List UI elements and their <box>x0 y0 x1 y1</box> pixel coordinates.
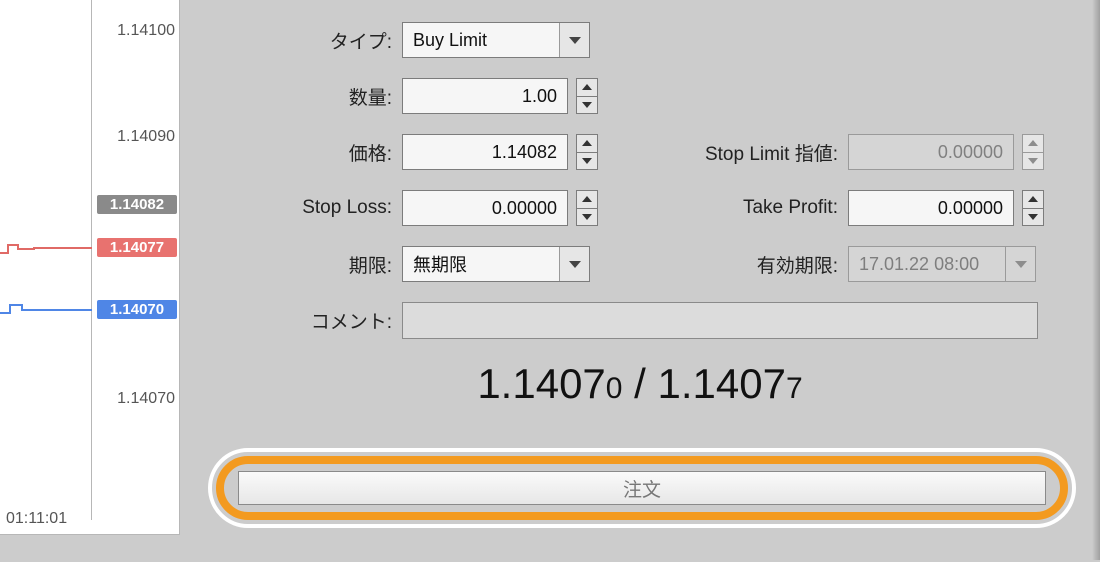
stoploss-label: Stop Loss: <box>302 197 392 219</box>
spinner-down-icon <box>1022 152 1044 171</box>
stoploss-value: 0.00000 <box>403 198 567 219</box>
volume-value: 1.00 <box>403 86 567 107</box>
price-chart-panel: 1.14100 1.14090 1.14070 1.14082 1.14077 … <box>0 0 180 562</box>
price-tick: 1.14070 <box>117 390 175 408</box>
stoploss-input[interactable]: 0.00000 <box>402 190 568 226</box>
price-scale: 1.14100 1.14090 1.14070 1.14082 1.14077 … <box>91 0 179 520</box>
type-combo[interactable]: Buy Limit <box>402 22 590 58</box>
spinner-up-icon[interactable] <box>576 190 598 208</box>
chevron-down-icon[interactable] <box>559 247 589 281</box>
expiry-date-value: 17.01.22 08:00 <box>849 254 1005 275</box>
submit-order-label: 注文 <box>623 475 661 502</box>
type-combo-value: Buy Limit <box>403 30 559 51</box>
takeprofit-input[interactable]: 0.00000 <box>848 190 1014 226</box>
spinner-down-icon[interactable] <box>576 208 598 227</box>
stoplimit-input: 0.00000 <box>848 134 1014 170</box>
expiry-date-combo: 17.01.22 08:00 <box>848 246 1036 282</box>
price-marker-ask: 1.14077 <box>97 238 177 257</box>
bid-line <box>0 301 92 319</box>
comment-label: コメント: <box>311 307 392 334</box>
chevron-down-icon <box>1005 247 1035 281</box>
takeprofit-value: 0.00000 <box>849 198 1013 219</box>
chevron-down-icon[interactable] <box>559 23 589 57</box>
takeprofit-spinner[interactable] <box>1022 190 1044 226</box>
spinner-up-icon[interactable] <box>576 78 598 96</box>
price-spinner[interactable] <box>576 134 598 170</box>
bid-main: 1.1407 <box>477 360 605 407</box>
chart-time-label: 01:11:01 <box>6 510 67 528</box>
volume-label: 数量: <box>349 83 392 110</box>
type-label: タイプ: <box>330 27 392 54</box>
comment-input[interactable] <box>402 302 1038 339</box>
ask-fraction: 7 <box>786 372 803 405</box>
price-tick: 1.14100 <box>117 22 175 40</box>
spinner-down-icon[interactable] <box>1022 208 1044 227</box>
volume-input[interactable]: 1.00 <box>402 78 568 114</box>
price-input[interactable]: 1.14082 <box>402 134 568 170</box>
spinner-up-icon <box>1022 134 1044 152</box>
stoplimit-spinner <box>1022 134 1044 170</box>
spinner-down-icon[interactable] <box>576 96 598 115</box>
expiry-type-label: 期限: <box>349 251 392 278</box>
volume-spinner[interactable] <box>576 78 598 114</box>
spinner-down-icon[interactable] <box>576 152 598 171</box>
price-label: 価格: <box>349 139 392 166</box>
stoploss-spinner[interactable] <box>576 190 598 226</box>
takeprofit-label: Take Profit: <box>628 197 838 219</box>
stoplimit-label: Stop Limit 指値: <box>628 139 838 166</box>
price-marker-current: 1.14082 <box>97 195 177 214</box>
expiry-type-combo[interactable]: 無期限 <box>402 246 590 282</box>
bid-fraction: 0 <box>606 372 623 405</box>
chart-bottom-edge <box>0 534 180 562</box>
price-value: 1.14082 <box>403 142 567 163</box>
panel-edge-shadow <box>1092 0 1100 560</box>
spinner-up-icon[interactable] <box>1022 190 1044 208</box>
submit-highlight: 注文 <box>208 448 1076 528</box>
stoplimit-value: 0.00000 <box>849 142 1013 163</box>
price-tick: 1.14090 <box>117 128 175 146</box>
ask-main: 1.1407 <box>658 360 786 407</box>
quote-separator: / <box>622 360 657 407</box>
price-marker-bid: 1.14070 <box>97 300 177 319</box>
order-form-panel: タイプ: Buy Limit 数量: 1.00 価格: 1.14082 Stop… <box>180 0 1100 562</box>
submit-highlight-ring: 注文 <box>216 456 1068 520</box>
submit-order-button[interactable]: 注文 <box>238 471 1046 505</box>
ask-line <box>0 239 92 257</box>
expiry-date-label: 有効期限: <box>628 251 838 278</box>
bid-ask-quote: 1.14070 / 1.14077 <box>180 360 1100 408</box>
spinner-up-icon[interactable] <box>576 134 598 152</box>
expiry-type-value: 無期限 <box>403 251 559 277</box>
